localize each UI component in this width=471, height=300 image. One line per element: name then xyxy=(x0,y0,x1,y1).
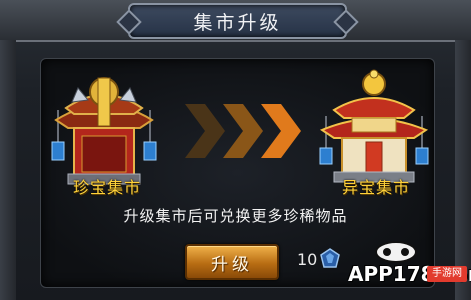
dialog-frame-right xyxy=(455,40,471,300)
gem-icon xyxy=(320,248,340,268)
dialog-title: 集市升级 xyxy=(193,11,282,34)
upgrade-cost: 10 xyxy=(297,250,318,269)
current-market-name: 珍宝集市 xyxy=(73,178,142,197)
current-market-building-icon xyxy=(51,77,157,185)
title-plate: 集市升级 xyxy=(128,3,347,39)
upgrade-dialog: 集市升级 珍宝集市 异宝集市 升级集市后可兑换更多珍稀物品 升级 10 APP1… xyxy=(0,0,471,300)
next-market-name: 异宝集市 xyxy=(342,178,411,197)
watermark-tag: 手游网 xyxy=(427,266,467,282)
upgrade-arrows-icon xyxy=(185,104,301,158)
next-market-building-icon xyxy=(319,69,429,183)
dialog-frame-left xyxy=(0,40,16,300)
upgrade-button[interactable]: 升级 xyxy=(185,244,279,280)
upgrade-button-label: 升级 xyxy=(211,254,253,275)
gamepad-logo-icon xyxy=(375,241,417,263)
upgrade-description: 升级集市后可兑换更多珍稀物品 xyxy=(123,207,348,225)
